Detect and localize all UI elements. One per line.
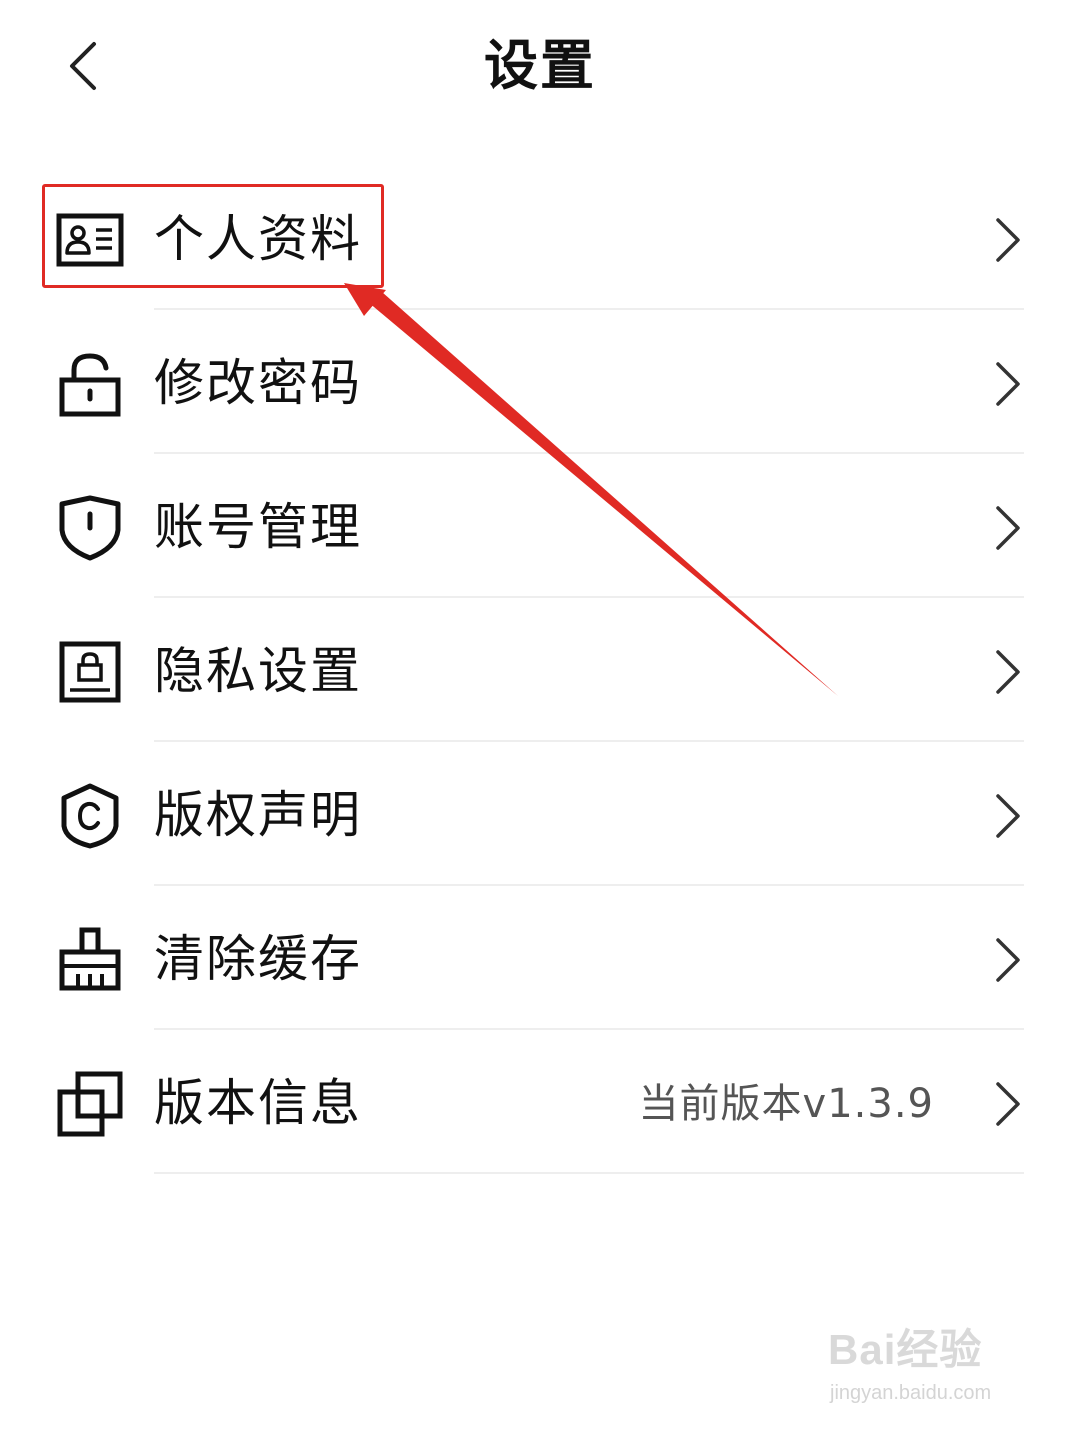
menu-item-label: 修改密码 [154,354,362,412]
divider [154,1172,1024,1174]
chevron-right-icon [996,938,1020,982]
shield-icon [59,495,121,561]
menu-item-label: 个人资料 [154,210,362,268]
chevron-right-icon [996,218,1020,262]
menu-item-account-management[interactable]: 账号管理 [0,454,1080,598]
menu-item-profile[interactable]: 个人资料 [0,166,1080,310]
header-bar: 设置 [0,0,1080,140]
current-version-value: 当前版本v1.3.9 [638,1081,934,1127]
broom-icon [59,927,121,991]
menu-item-clear-cache[interactable]: 清除缓存 [0,886,1080,1030]
chevron-right-icon [996,362,1020,406]
menu-item-copyright-notice[interactable]: 版权声明 [0,742,1080,886]
watermark-url: jingyan.baidu.com [830,1382,992,1404]
menu-item-label: 版权声明 [154,786,362,844]
menu-item-label: 账号管理 [154,498,362,556]
menu-item-version-info[interactable]: 版本信息 当前版本v1.3.9 [0,1030,1080,1174]
menu-item-privacy-settings[interactable]: 隐私设置 [0,598,1080,742]
overlapping-squares-icon [57,1071,123,1137]
privacy-lock-screen-icon [59,641,121,703]
chevron-right-icon [996,794,1020,838]
watermark-logo: Bai经验 [828,1326,983,1373]
page-title: 设置 [484,34,596,97]
settings-menu: 个人资料 修改密码 账号管理 隐私设置 版权声明 清除缓存 版本信息 当前版本v… [0,166,1080,1174]
menu-item-label: 清除缓存 [154,930,362,988]
chevron-right-icon [996,650,1020,694]
id-card-icon [56,213,124,267]
menu-item-change-password[interactable]: 修改密码 [0,310,1080,454]
copyright-shield-icon [61,783,119,849]
menu-item-label: 版本信息 [154,1074,362,1132]
chevron-right-icon [996,506,1020,550]
menu-item-label: 隐私设置 [154,642,362,700]
unlocked-padlock-icon [59,353,121,417]
chevron-right-icon [996,1082,1020,1126]
baidu-watermark: Bai经验 jingyan.baidu.com [828,1322,1028,1422]
